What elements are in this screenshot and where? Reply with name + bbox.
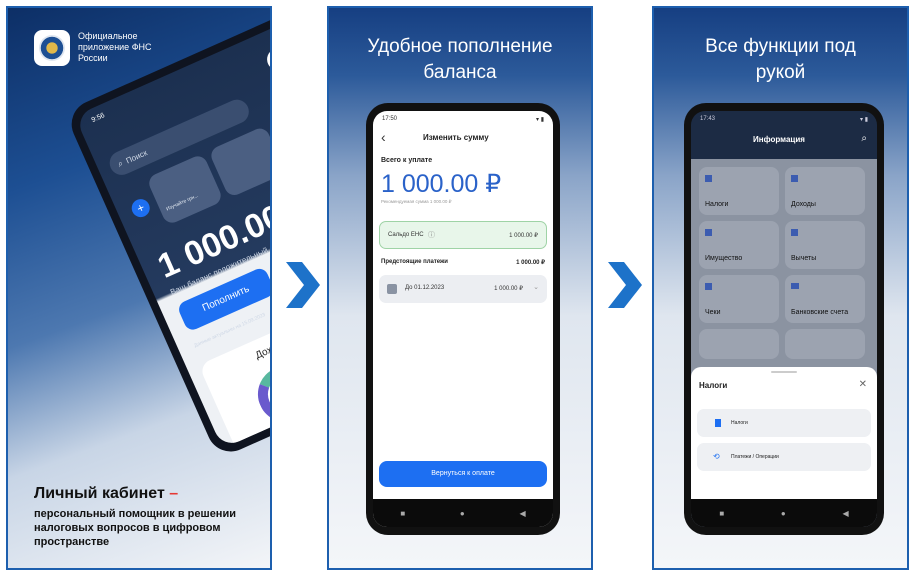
story-card-label: Изучайте грн...: [165, 192, 200, 213]
search-icon[interactable]: ⌕: [861, 133, 867, 144]
fns-logo: [34, 30, 70, 66]
income-donut: [248, 357, 270, 432]
status-icons: ▾ ▮: [536, 116, 544, 123]
payment-date: До 01.12.2023: [405, 285, 445, 291]
tile-label: Имущество: [705, 255, 743, 262]
info-icon[interactable]: ⓘ: [428, 230, 435, 240]
close-icon[interactable]: ✕: [859, 379, 867, 390]
screen-title: Информация: [753, 135, 805, 144]
tile-imushchestvo[interactable]: Имущество: [699, 221, 779, 269]
search-placeholder: Поиск: [124, 147, 149, 165]
subtext: персональный помощник в решении налоговы…: [34, 508, 236, 548]
tile-icon: [791, 229, 798, 236]
tile-bank-accounts[interactable]: Банковские счета: [785, 275, 865, 323]
phone-screen: 17:50 ▾ ▮ ‹ Изменить сумму Всего к уплате…: [373, 111, 553, 527]
phone-screen: 17:43 ▾ ▮ Информация ⌕ Налоги Доходы Имущ…: [691, 111, 877, 527]
home-icon[interactable]: ●: [781, 509, 786, 518]
total-label: Всего к уплате: [381, 157, 433, 164]
screen-title: Изменить сумму: [423, 133, 489, 142]
amount-input[interactable]: 1 000.00 ₽: [381, 169, 501, 199]
system-nav-bar: ■ ● ◀: [691, 499, 877, 527]
profile-avatar-icon[interactable]: [263, 44, 270, 74]
phone-mockup: 17:50 ▾ ▮ ‹ Изменить сумму Всего к уплате…: [366, 103, 560, 535]
tile-label: Доходы: [791, 201, 816, 208]
sheet-item-payments[interactable]: ⟲ Платежи / Операции: [697, 443, 871, 471]
saldo-value: 1 000.00 ₽: [509, 233, 538, 239]
status-time: 17:43: [700, 116, 716, 122]
tile-label: Вычеты: [791, 255, 817, 262]
history-icon: ⟲: [713, 452, 720, 461]
chevron-right-icon: [286, 262, 320, 308]
payment-value: 1 000.00 ₽: [494, 286, 523, 292]
story-card-3[interactable]: [270, 98, 272, 171]
back-button[interactable]: ‹: [381, 129, 386, 145]
sheet-item-nalogi[interactable]: Налоги: [697, 409, 871, 437]
home-icon[interactable]: ●: [460, 509, 465, 518]
income-title: Доходы: [253, 337, 272, 362]
card-icon: [791, 283, 799, 289]
promo-panel-cabinet: Официальное приложение ФНС России 9:56 ⌕…: [6, 6, 272, 570]
tile-cheki[interactable]: Чеки: [699, 275, 779, 323]
status-time: 9:56: [90, 112, 106, 125]
tile-partial-1[interactable]: [699, 329, 779, 359]
house-icon: [705, 229, 712, 236]
tile-nalogi[interactable]: Налоги: [699, 167, 779, 215]
upcoming-label: Предстоящие платежи: [381, 259, 448, 265]
saldo-card[interactable]: Сальдо ЕНС ⓘ 1 000.00 ₽: [379, 221, 547, 249]
tile-partial-2[interactable]: [785, 329, 865, 359]
add-button[interactable]: +: [128, 196, 153, 220]
topup-label: Пополнить: [200, 283, 252, 315]
back-icon[interactable]: ◀: [842, 509, 848, 518]
back-icon[interactable]: ◀: [519, 509, 525, 518]
phone-mockup: 9:56 ⌕ Поиск + Изучайте грн... 1 000.00 …: [64, 10, 272, 460]
headline-text: Личный кабинет: [34, 485, 165, 502]
headline-dash: –: [164, 485, 179, 502]
search-icon: ⌕: [115, 157, 125, 169]
sheet-title: Налоги: [699, 381, 728, 390]
panel-title: Все функции под рукой: [705, 36, 856, 83]
promo-panel-topup: Удобное пополнение баланса 17:50 ▾ ▮ ‹ Из…: [327, 6, 593, 570]
payment-checkbox[interactable]: [387, 284, 397, 294]
sheet-handle[interactable]: [771, 371, 797, 373]
recents-icon[interactable]: ■: [719, 509, 724, 518]
return-button-label: Вернуться к оплате: [431, 470, 495, 477]
tile-vychety[interactable]: Вычеты: [785, 221, 865, 269]
document-icon: [715, 419, 721, 427]
upcoming-value: 1 000.00 ₽: [516, 260, 545, 266]
app-title: Официальное приложение ФНС России: [78, 31, 152, 63]
status-time: 17:50: [382, 116, 398, 122]
chevron-down-icon[interactable]: ⌄: [533, 283, 539, 291]
recommended-note: Рекомендуемая сумма 1 000.00 ₽: [381, 199, 452, 204]
phone-mockup: 17:43 ▾ ▮ Информация ⌕ Налоги Доходы Имущ…: [684, 103, 884, 535]
system-nav-bar: ■ ● ◀: [373, 499, 553, 527]
sheet-item-label: Налоги: [731, 420, 748, 426]
saldo-label: Сальдо ЕНС: [388, 232, 424, 238]
tile-icon: [705, 175, 712, 182]
payment-row[interactable]: До 01.12.2023 1 000.00 ₽ ⌄: [379, 275, 547, 303]
panel-title: Удобное пополнение баланса: [367, 36, 553, 83]
tile-label: Налоги: [705, 201, 729, 208]
tile-icon: [791, 175, 798, 182]
tile-icon: [705, 283, 712, 290]
promo-panel-functions: Все функции под рукой 17:43 ▾ ▮ Информаци…: [652, 6, 909, 570]
tile-dohody[interactable]: Доходы: [785, 167, 865, 215]
story-card[interactable]: Изучайте грн...: [146, 153, 224, 226]
chevron-right-icon: [608, 262, 642, 308]
headline: Личный кабинет –: [34, 485, 178, 503]
tile-label: Чеки: [705, 309, 721, 316]
return-button[interactable]: Вернуться к оплате: [379, 461, 547, 487]
status-icons: ▾ ▮: [860, 116, 868, 123]
bottom-sheet: Налоги ✕ Налоги ⟲ Платежи / Операции: [691, 367, 877, 499]
sheet-item-label: Платежи / Операции: [731, 454, 779, 460]
recents-icon[interactable]: ■: [400, 509, 405, 518]
tile-label: Банковские счета: [791, 309, 849, 316]
